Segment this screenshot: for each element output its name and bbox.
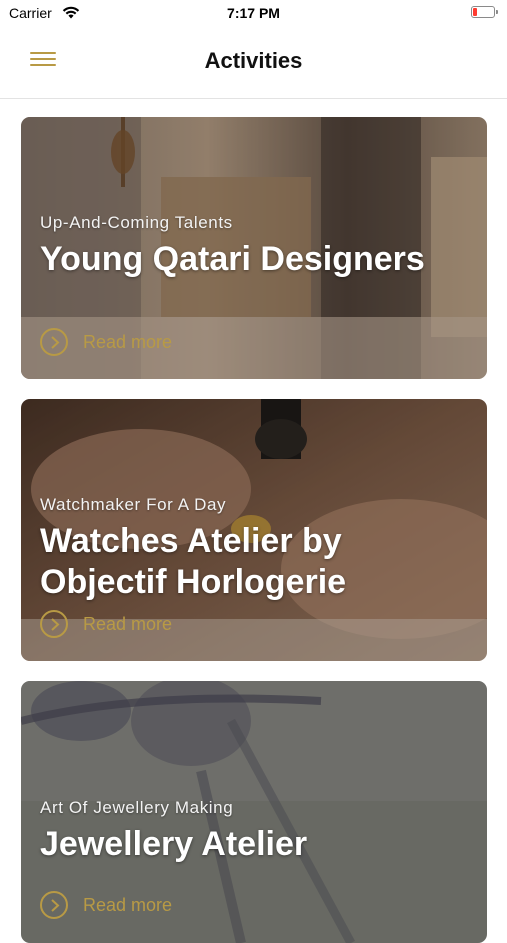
read-more-label: Read more xyxy=(83,895,173,915)
card-subtitle: Watchmaker For A Day xyxy=(40,495,227,514)
page-title: Activities xyxy=(204,48,303,73)
card-subtitle: Up-And-Coming Talents xyxy=(40,213,233,232)
battery-tip xyxy=(496,10,498,14)
chevron-right-circle-icon xyxy=(40,328,68,356)
read-more-label: Read more xyxy=(83,332,173,352)
card-subtitle: Art Of Jewellery Making xyxy=(40,798,234,817)
chevron-right-circle-icon xyxy=(40,891,68,919)
navigation-bar: Activities xyxy=(0,28,507,99)
status-bar: Carrier 7:17 PM xyxy=(0,0,507,28)
card-title: Young Qatari Designers xyxy=(40,240,425,278)
battery-icon xyxy=(471,6,495,18)
activity-card-young-qatari-designers[interactable]: Up-And-Coming Talents Young Qatari Desig… xyxy=(21,117,487,379)
card-title: Jewellery Atelier xyxy=(40,825,308,863)
read-more-label: Read more xyxy=(83,614,173,634)
clock-label: 7:17 PM xyxy=(227,5,280,21)
card-title: Watches Atelier by Objectif Horlogerie xyxy=(40,522,347,601)
activity-card-jewellery-atelier[interactable]: Art Of Jewellery Making Jewellery Atelie… xyxy=(21,681,487,943)
activity-card-watches-atelier[interactable]: Watchmaker For A Day Watches Atelier by … xyxy=(21,399,487,661)
chevron-right-circle-icon xyxy=(40,610,68,638)
